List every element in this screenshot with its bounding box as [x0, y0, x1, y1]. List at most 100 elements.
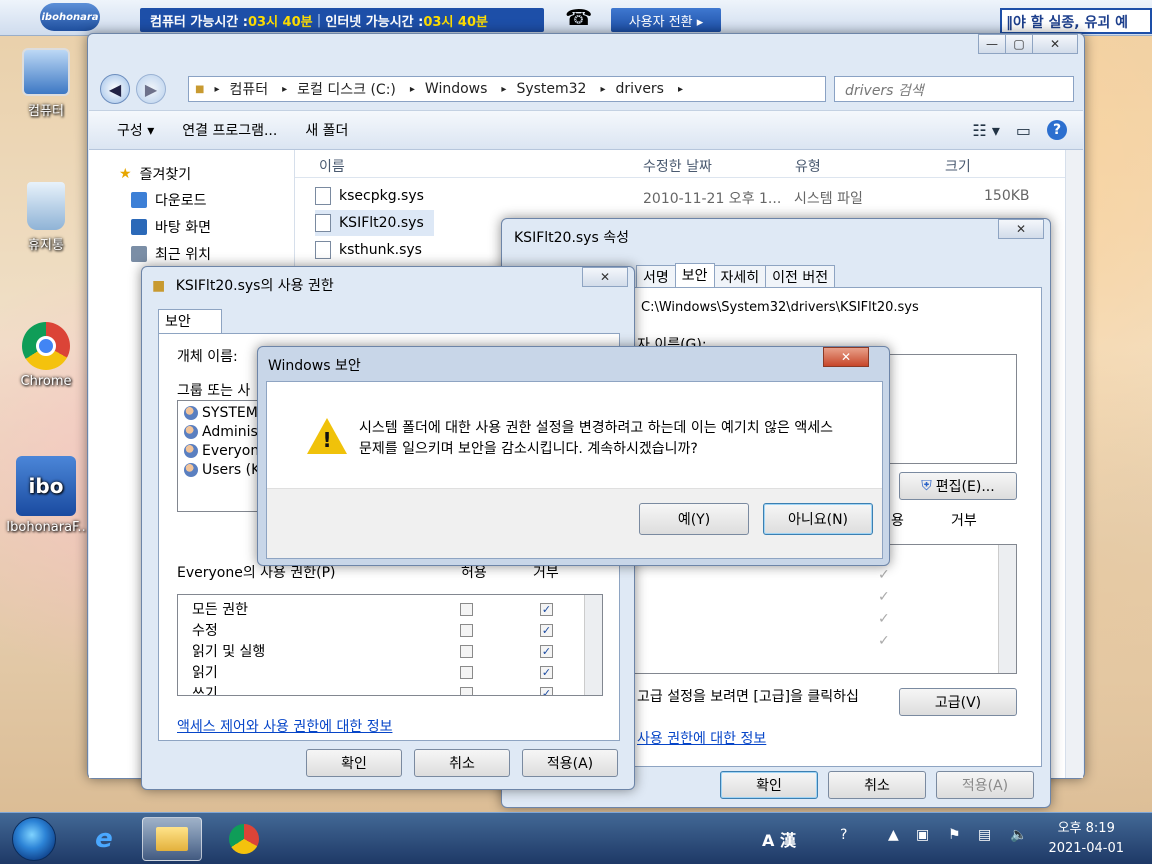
help-icon[interactable]: ? — [840, 827, 847, 843]
apply-button[interactable]: 적용(A) — [522, 749, 618, 777]
tab-security[interactable]: 보안 — [158, 309, 222, 333]
ok-button[interactable]: 확인 — [720, 771, 818, 799]
internet-explorer-icon[interactable]: e — [74, 817, 134, 861]
maximize-button[interactable]: ▢ — [1005, 34, 1033, 54]
clock-time: 오후 8:19 — [1057, 821, 1115, 836]
view-options-icon[interactable]: ☷ ▾ — [972, 121, 999, 140]
cancel-button[interactable]: 취소 — [414, 749, 510, 777]
sys-file-icon — [315, 214, 331, 232]
tab-security[interactable]: 보안 — [674, 263, 715, 287]
group-label: 그룹 또는 사 — [177, 383, 251, 399]
permissions-info-link[interactable]: 사용 권한에 대한 정보 — [637, 728, 766, 748]
permissions-tabs: 보안 — [158, 309, 222, 333]
allow-checkbox[interactable] — [460, 666, 473, 679]
chrome-taskbar-icon[interactable] — [214, 817, 274, 861]
access-control-info-link[interactable]: 액세스 제어와 사용 권한에 대한 정보 — [177, 716, 392, 736]
user-group-icon — [184, 425, 198, 439]
close-button[interactable]: ✕ — [998, 219, 1044, 239]
cancel-button[interactable]: 취소 — [828, 771, 926, 799]
switch-user-button[interactable]: 사용자 전환 ▸ — [611, 8, 721, 32]
organize-button[interactable]: 구성 ▾ — [117, 120, 154, 140]
no-button[interactable]: 아니요(N) — [763, 503, 873, 535]
tab-previous-versions[interactable]: 이전 버전 — [765, 265, 836, 287]
phone-icon[interactable]: ☎ — [565, 6, 592, 32]
list-item[interactable]: Users (K — [184, 462, 260, 478]
open-with-button[interactable]: 연결 프로그램... — [182, 120, 277, 140]
explorer-taskbar-button[interactable] — [142, 817, 202, 861]
allow-checkbox[interactable] — [460, 645, 473, 658]
volume-icon[interactable]: 🔈 — [1010, 827, 1027, 843]
file-row[interactable]: ksecpkg.sys — [315, 183, 424, 209]
breadcrumb-computer[interactable]: 컴퓨터 — [229, 79, 268, 99]
system-clock[interactable]: 오후 8:19 2021-04-01 — [1048, 819, 1124, 859]
minimize-button[interactable]: — — [978, 34, 1006, 54]
action-center-flag-icon[interactable]: ⚑ — [948, 827, 961, 843]
ok-button[interactable]: 확인 — [306, 749, 402, 777]
back-button[interactable]: ◀ — [100, 74, 130, 104]
permission-scrollbar[interactable] — [584, 595, 602, 695]
ibohonara-tray-icon[interactable]: ▣ — [916, 827, 929, 843]
close-button[interactable]: ✕ — [582, 267, 628, 287]
start-button[interactable] — [12, 817, 56, 861]
deny-checkbox[interactable]: ✓ — [540, 603, 553, 616]
forward-button[interactable]: ▶ — [136, 74, 166, 104]
check-icon: ✓ — [878, 633, 890, 649]
file-row-selected[interactable]: KSIFlt20.sys — [315, 210, 434, 236]
close-button[interactable]: ✕ — [823, 347, 869, 367]
column-modified[interactable]: 수정한 날짜 — [643, 156, 712, 176]
computer-icon — [22, 48, 70, 96]
nav-desktop[interactable]: 바탕 화면 — [131, 217, 211, 237]
file-type: 시스템 파일 — [794, 191, 863, 207]
deny-checkbox[interactable]: ✓ — [540, 645, 553, 658]
group-user-list[interactable]: SYSTEM Administ Everyone Users (K — [177, 400, 268, 512]
column-name[interactable]: 이름 — [319, 156, 345, 176]
allow-checkbox[interactable] — [460, 603, 473, 616]
edit-permissions-button[interactable]: ⛨ 편집(E)... — [899, 472, 1017, 500]
column-size[interactable]: 크기 — [945, 156, 971, 176]
list-item[interactable]: Administ — [184, 424, 263, 440]
close-button[interactable]: ✕ — [1032, 34, 1078, 54]
deny-checkbox[interactable]: ✓ — [540, 687, 553, 695]
preview-pane-icon[interactable]: ▭ — [1016, 121, 1031, 140]
properties-tabs: 서명 보안 자세히 이전 버전 — [636, 263, 836, 287]
desktop-icon-chrome[interactable]: Chrome — [6, 322, 86, 389]
deny-checkbox[interactable]: ✓ — [540, 666, 553, 679]
allow-checkbox[interactable] — [460, 624, 473, 637]
permission-list[interactable]: 모든 권한 수정 읽기 및 실행 읽기 쓰기 ✓ ✓ ✓ ✓ ✓ — [177, 594, 603, 696]
nav-recent[interactable]: 최근 위치 — [131, 244, 211, 264]
chrome-icon — [22, 322, 70, 370]
network-icon[interactable]: ▤ — [978, 827, 991, 843]
breadcrumb-drivers[interactable]: drivers — [616, 81, 664, 97]
breadcrumb-local-disk[interactable]: 로컬 디스크 (C:) — [297, 79, 396, 99]
tab-details[interactable]: 자세히 — [713, 265, 767, 287]
address-input[interactable]: ■ ▸ 컴퓨터 ▸ 로컬 디스크 (C:) ▸ Windows ▸ System32 ▸… — [188, 76, 826, 102]
uac-shield-icon: ⛨ — [921, 478, 932, 494]
deny-checkbox[interactable]: ✓ — [540, 624, 553, 637]
column-type[interactable]: 유형 — [795, 156, 821, 176]
allow-checkbox[interactable] — [460, 687, 473, 695]
file-row[interactable]: ksthunk.sys — [315, 237, 422, 263]
nav-downloads[interactable]: 다운로드 — [131, 190, 207, 210]
allow-header: 용 — [891, 513, 904, 529]
desktop-icon-recycle-bin[interactable]: 휴지통 — [6, 182, 86, 253]
breadcrumb-windows[interactable]: Windows — [425, 81, 488, 97]
ibohonara-top-bar: ibohonara 컴퓨터 가능시간 : 03시 40분 | 인터넷 가능시간 … — [0, 0, 1152, 36]
command-bar: 구성 ▾ 연결 프로그램... 새 폴더 ☷ ▾ ▭ ? — [89, 110, 1083, 150]
apply-button[interactable]: 적용(A) — [936, 771, 1034, 799]
search-input[interactable]: drivers 검색 — [834, 76, 1074, 102]
desktop-icon-computer[interactable]: 컴퓨터 — [6, 48, 86, 119]
new-folder-button[interactable]: 새 폴더 — [305, 120, 348, 140]
help-icon[interactable]: ? — [1047, 120, 1067, 140]
nav-favorites[interactable]: ★ 즐겨찾기 — [119, 164, 191, 184]
breadcrumb-system32[interactable]: System32 — [516, 81, 586, 97]
yes-button[interactable]: 예(Y) — [639, 503, 749, 535]
permission-scrollbar[interactable] — [998, 545, 1016, 673]
desktop-icon-ibohonara[interactable]: ibo IbohonaraF.. — [0, 456, 92, 535]
ime-indicator[interactable]: A 漢 — [762, 827, 796, 851]
explorer-scrollbar[interactable] — [1065, 150, 1083, 778]
advanced-button[interactable]: 고급(V) — [899, 688, 1017, 716]
show-hidden-icons[interactable]: ▲ — [888, 827, 899, 843]
tab-signature[interactable]: 서명 — [636, 265, 676, 287]
list-item[interactable]: SYSTEM — [184, 405, 258, 421]
list-item[interactable]: Everyone — [184, 443, 268, 459]
